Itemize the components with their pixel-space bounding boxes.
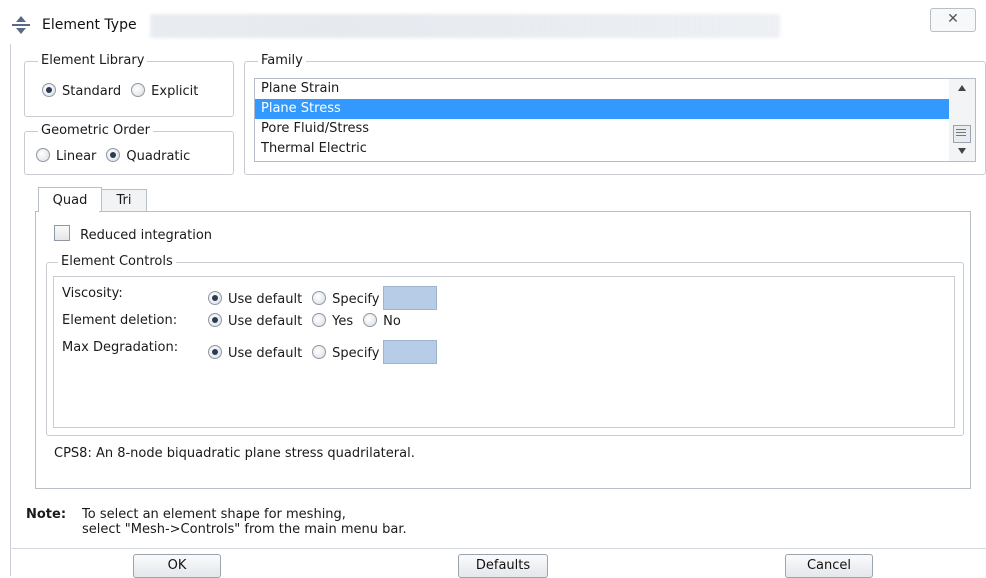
max-degradation-value-field[interactable] [383, 340, 438, 364]
element-deletion-label: Element deletion: [62, 313, 178, 328]
radio-degradation-specify[interactable]: Specify [312, 345, 380, 361]
window-edge [10, 44, 11, 576]
radio-deletion-yes[interactable]: Yes [312, 313, 363, 329]
radio-standard[interactable]: Standard [42, 83, 131, 99]
tab-tri[interactable]: Tri [101, 189, 147, 212]
radio-deletion-no-label: No [383, 314, 401, 329]
tab-quad-label: Quad [52, 193, 88, 208]
max-degradation-options: Use default Specify [208, 340, 438, 364]
viscosity-options: Use default Specify [208, 286, 438, 310]
scroll-up-icon[interactable] [957, 84, 967, 92]
radio-viscosity-specify-label: Specify [332, 292, 380, 307]
grip-icon [956, 129, 966, 136]
radio-quadratic[interactable]: Quadratic [106, 148, 200, 164]
radio-standard-label: Standard [62, 84, 122, 99]
viscosity-label: Viscosity: [62, 286, 123, 301]
reduced-integration-label: Reduced integration [80, 228, 213, 243]
radio-deletion-default[interactable]: Use default [208, 313, 312, 329]
element-deletion-options: Use default Yes No [208, 313, 411, 329]
radio-icon [312, 345, 327, 359]
radio-viscosity-specify[interactable]: Specify [312, 291, 380, 307]
reduced-integration-checkbox[interactable] [54, 225, 70, 241]
radio-quadratic-label: Quadratic [126, 149, 191, 164]
radio-deletion-yes-label: Yes [332, 314, 354, 329]
element-controls-title: Element Controls [58, 254, 176, 269]
note-line-2: select "Mesh->Controls" from the main me… [82, 522, 407, 537]
radio-linear-label: Linear [56, 149, 97, 164]
radio-icon [131, 83, 146, 97]
family-title: Family [258, 53, 306, 68]
family-list[interactable]: Plane Strain Plane Stress Pore Fluid/Str… [254, 78, 950, 162]
radio-explicit[interactable]: Explicit [131, 83, 208, 99]
radio-linear[interactable]: Linear [36, 148, 106, 164]
move-arrows-icon [12, 16, 30, 34]
radio-icon [208, 345, 222, 359]
tab-tri-label: Tri [116, 193, 132, 208]
defaults-button[interactable]: Defaults [458, 554, 548, 578]
radio-degradation-default-label: Use default [228, 346, 303, 361]
viscosity-value-field[interactable] [383, 286, 438, 310]
radio-icon [106, 148, 121, 162]
family-item-plane-strain[interactable]: Plane Strain [255, 79, 949, 99]
radio-icon [312, 313, 327, 327]
radio-icon [208, 291, 222, 305]
radio-icon [36, 148, 50, 162]
cancel-button[interactable]: Cancel [785, 554, 873, 578]
divider [10, 548, 986, 549]
scroll-down-icon[interactable] [957, 147, 967, 155]
window-title: Element Type [42, 17, 137, 33]
tab-gap [39, 210, 99, 213]
radio-icon [363, 313, 378, 327]
radio-viscosity-default[interactable]: Use default [208, 291, 312, 307]
radio-deletion-no[interactable]: No [363, 313, 411, 329]
radio-icon [42, 83, 56, 97]
element-library-title: Element Library [38, 53, 148, 68]
element-controls-box [53, 276, 955, 428]
element-description: CPS8: An 8-node biquadratic plane stress… [54, 446, 415, 461]
radio-explicit-label: Explicit [151, 84, 199, 99]
ok-button[interactable]: OK [133, 554, 221, 578]
note-line-1: To select an element shape for meshing, [82, 507, 346, 522]
note-label: Note: [26, 507, 67, 522]
family-scrollbar[interactable] [949, 78, 976, 162]
reduced-integration-row[interactable]: Reduced integration [54, 225, 212, 243]
radio-degradation-default[interactable]: Use default [208, 345, 312, 361]
radio-viscosity-default-label: Use default [228, 292, 303, 307]
blurred-toolbar [150, 14, 780, 38]
family-item-pore-fluid-stress[interactable]: Pore Fluid/Stress [255, 119, 949, 139]
geometric-order-options: Linear Quadratic [36, 148, 200, 164]
max-degradation-label: Max Degradation: [62, 340, 179, 355]
radio-degradation-specify-label: Specify [332, 346, 380, 361]
radio-icon [208, 313, 222, 327]
radio-icon [312, 291, 327, 305]
family-item-plane-stress[interactable]: Plane Stress [255, 99, 949, 119]
close-button[interactable]: ✕ [930, 8, 976, 32]
geometric-order-title: Geometric Order [38, 123, 153, 138]
element-library-options: Standard Explicit [42, 83, 208, 99]
family-item-thermal-electric[interactable]: Thermal Electric [255, 139, 949, 159]
radio-deletion-default-label: Use default [228, 314, 303, 329]
